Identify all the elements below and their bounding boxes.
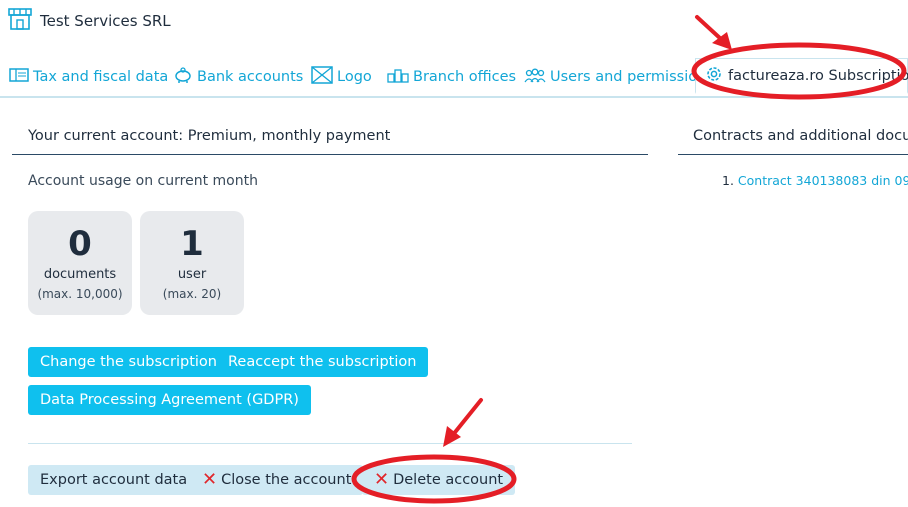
gear-icon (704, 64, 724, 88)
buildings-icon (387, 67, 409, 87)
close-account-label: Close the account (221, 472, 352, 488)
reaccept-subscription-button[interactable]: Reaccept the subscription (216, 347, 429, 377)
tab-label: factureaza.ro Subscription (728, 67, 908, 84)
contract-list-item: 1. Contract 340138083 din 09.06.2 (722, 173, 908, 188)
tab-label: Branch offices (413, 69, 517, 85)
account-title: Your current account: Premium, monthly p… (28, 128, 391, 144)
usage-card-documents: 0 documents (max. 10,000) (28, 211, 132, 315)
usage-value: 1 (180, 224, 204, 264)
users-icon (524, 67, 546, 87)
tab-label: Users and permission (550, 69, 707, 85)
close-account-button[interactable]: ✕ Close the account (190, 465, 364, 495)
usage-card-users: 1 user (max. 20) (140, 211, 244, 315)
usage-max: (max. 10,000) (37, 287, 123, 301)
change-subscription-button[interactable]: Change the subscription (28, 347, 229, 377)
delete-x-icon: ✕ (374, 469, 390, 490)
divider (28, 443, 632, 444)
tab-subscription[interactable]: factureaza.ro Subscription (695, 58, 908, 94)
usage-title: Account usage on current month (28, 173, 258, 189)
contract-number: 1. (722, 173, 734, 188)
divider (12, 154, 648, 155)
storefront-icon (8, 8, 32, 34)
divider (678, 154, 908, 155)
ledger-icon (9, 67, 29, 87)
contracts-title: Contracts and additional documen (693, 128, 908, 144)
tab-users-and-permission[interactable]: Users and permission (524, 66, 706, 88)
delete-account-label: Delete account (393, 472, 504, 488)
tab-bank-accounts[interactable]: Bank accounts (173, 66, 303, 88)
usage-value: 0 (68, 224, 92, 264)
delete-account-button[interactable]: ✕ Delete account (362, 465, 516, 495)
contract-link[interactable]: Contract 340138083 din 09.06.2 (738, 173, 908, 188)
tab-label: Logo (337, 69, 372, 85)
tab-tax-and-fiscal-data[interactable]: Tax and fiscal data (9, 66, 168, 88)
export-account-data-button[interactable]: Export account data (28, 465, 200, 495)
tab-label: Bank accounts (197, 69, 304, 85)
usage-max: (max. 20) (162, 287, 222, 301)
company-header: Test Services SRL (8, 8, 171, 34)
company-name: Test Services SRL (40, 12, 171, 30)
close-x-icon: ✕ (202, 469, 218, 490)
usage-label: documents (43, 267, 117, 282)
usage-label: user (177, 267, 207, 282)
piggy-bank-icon (173, 67, 193, 87)
tab-branch-offices[interactable]: Branch offices (387, 66, 516, 88)
image-icon (311, 66, 333, 88)
gdpr-agreement-button[interactable]: Data Processing Agreement (GDPR) (28, 385, 311, 415)
settings-tabs: Tax and fiscal data Bank accounts Logo B… (0, 58, 908, 98)
tab-logo[interactable]: Logo (311, 66, 372, 88)
tab-label: Tax and fiscal data (33, 69, 169, 85)
